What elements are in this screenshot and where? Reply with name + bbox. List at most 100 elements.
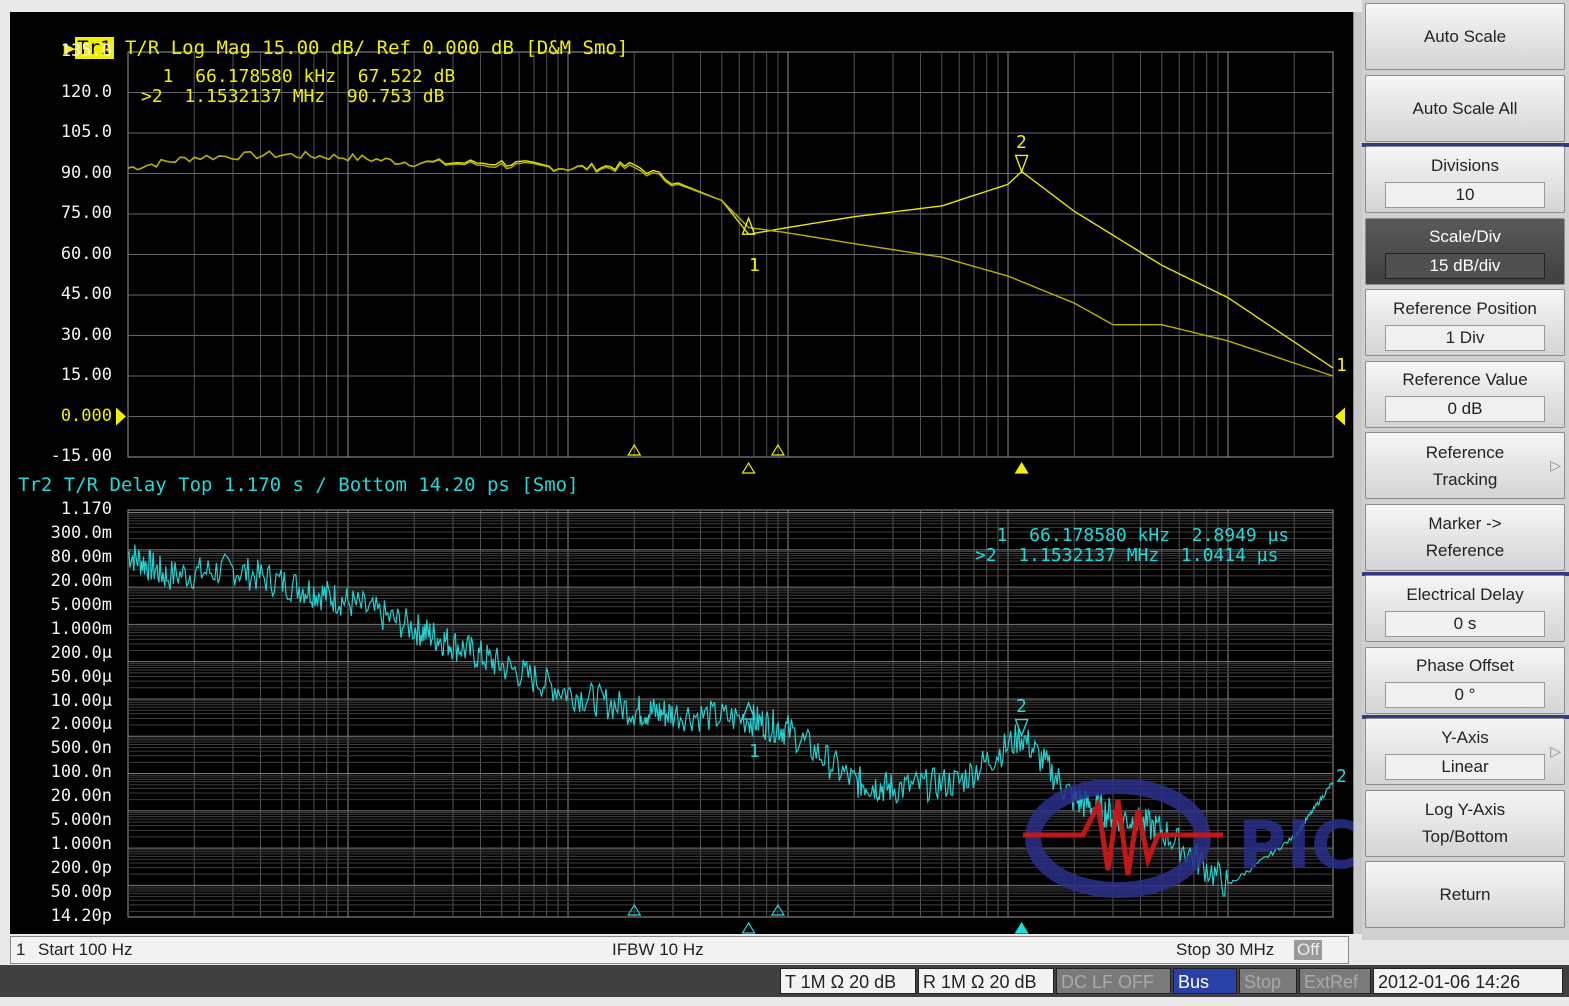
y-axis-tick-label: 80.00m	[50, 546, 112, 567]
status-indicator-bus[interactable]: Bus	[1173, 968, 1237, 994]
softkey-label: Log Y-Axis	[1424, 800, 1506, 819]
softkey-label: Return	[1439, 885, 1491, 904]
trace1-title-text: T/R Log Mag 15.00 dB/ Ref 0.000 dB [D&M …	[113, 37, 629, 59]
axis-marker-icon	[741, 461, 756, 474]
y-axis-tick-label: 20.00m	[50, 570, 112, 591]
softkey-menu: Auto Scale Auto Scale All Divisions 10 Scale…	[1362, 0, 1569, 940]
softkey-scale-div[interactable]: Scale/Div 15 dB/div	[1365, 217, 1565, 285]
softkey-value-field[interactable]: 10	[1385, 181, 1545, 208]
softkey-label: Reference Position	[1393, 298, 1537, 318]
softkey-label: Y-Axis	[1441, 727, 1489, 747]
softkey-auto-scale[interactable]: Auto Scale	[1365, 3, 1565, 70]
axis-marker-icon	[741, 921, 756, 934]
trace1-marker-2	[1014, 154, 1029, 174]
softkey-electrical-delay[interactable]: Electrical Delay 0 s	[1365, 575, 1565, 642]
logo-text: PICOTEST	[1238, 807, 1353, 884]
trace1-marker-1-label: 1	[749, 255, 760, 276]
softkey-label: Reference	[1425, 442, 1505, 462]
y-axis-tick-label: 60.00	[60, 243, 112, 264]
softkey-auto-scale-all[interactable]: Auto Scale All	[1365, 74, 1565, 142]
y-axis-tick-label: 50.00µ	[50, 666, 112, 687]
softkey-value-field[interactable]: 0 °	[1385, 682, 1545, 708]
y-axis-tick-label: 500.0n	[50, 738, 112, 759]
picotest-logo: PICOTEST	[1023, 780, 1353, 898]
off-indicator[interactable]: Off	[1294, 940, 1323, 960]
softkey-reference-value[interactable]: Reference Value 0 dB	[1365, 360, 1565, 428]
softkey-value-field[interactable]: Linear	[1385, 753, 1545, 780]
submenu-arrow-icon: ▷	[1550, 742, 1561, 759]
softkey-label: Electrical Delay	[1406, 584, 1524, 604]
softkey-label: Auto Scale	[1423, 27, 1507, 46]
softkey-return[interactable]: Return	[1365, 861, 1565, 928]
y-axis-tick-label: 45.00	[60, 284, 112, 304]
y-axis-tick-label: 120.0	[60, 81, 112, 102]
softkey-value-field[interactable]: 15 dB/div	[1385, 253, 1545, 279]
trace1-end-marker-label: 1	[1336, 355, 1347, 376]
status-indicator-2012-01-06-14-26[interactable]: 2012-01-06 14:26	[1373, 968, 1563, 994]
y-axis-tick-label: 1.170	[60, 499, 112, 519]
softkey-value-field[interactable]: 0 s	[1385, 610, 1545, 637]
y-axis-tick-label: 15.00	[60, 365, 112, 385]
y-axis-tick-label: 2.000µ	[50, 714, 112, 735]
y-axis-tick-label: 105.0	[60, 122, 112, 142]
y-axis-tick-label: 200.0p	[50, 858, 112, 879]
softkey-value-field[interactable]: 0 dB	[1385, 396, 1545, 422]
trace2-marker-2-label: 2	[1016, 696, 1027, 717]
y-axis-tick-label: 100.0n	[50, 762, 112, 783]
y-axis-tick-label: -15.00	[50, 446, 112, 466]
y-axis-tick-label: 200.0µ	[50, 642, 112, 663]
softkey-label: Phase Offset	[1416, 656, 1514, 675]
start-frequency[interactable]: Start 100 Hz	[38, 940, 133, 960]
softkey-label: Top/Bottom	[1422, 827, 1508, 846]
softkey-phase-offset[interactable]: Phase Offset 0 °	[1365, 646, 1565, 714]
y-axis-tick-label: 1.000n	[50, 834, 112, 855]
softkey-marker-reference[interactable]: Marker -> Reference	[1365, 503, 1565, 571]
trace1-series-2	[127, 150, 1334, 377]
status-indicator-dc-lf-off[interactable]: DC LF OFF	[1056, 968, 1171, 994]
instrument-status-bar: T 1M Ω 20 dB R 1M Ω 20 dB DC LF OFF Bus Stop…	[0, 965, 1569, 997]
channel-number[interactable]: 1	[16, 940, 25, 960]
y-axis-tick-label: 75.00	[60, 203, 112, 223]
softkey-value-field[interactable]: 1 Div	[1385, 324, 1545, 351]
y-axis-tick-label: 300.0m	[50, 522, 112, 543]
softkey-label: Reference Value	[1402, 370, 1528, 389]
active-marker-icon	[1014, 921, 1029, 934]
y-axis-tick-label: 30.00	[60, 324, 112, 345]
softkey-reference-tracking[interactable]: Reference Tracking ▷	[1365, 432, 1565, 499]
trace2-title[interactable]: Tr2 T/R Delay Top 1.170 s / Bottom 14.20…	[18, 474, 579, 496]
y-axis-tick-label: 0.000	[60, 405, 112, 426]
y-axis-tick-label: 135.0	[60, 41, 112, 61]
trace1-marker-readout-2: >2 1.1532137 MHz 90.753 dB	[141, 86, 445, 107]
ifbw-value[interactable]: IFBW 10 Hz	[612, 940, 704, 960]
softkey-label: Tracking	[1432, 469, 1498, 489]
trace2-marker-1-label: 1	[749, 741, 760, 762]
trace1-marker-1	[741, 216, 756, 235]
softkey-reference-position[interactable]: Reference Position 1 Div	[1365, 289, 1565, 356]
status-indicator-extref[interactable]: ExtRef	[1299, 968, 1371, 994]
status-indicator-r-1m-20-db[interactable]: R 1M Ω 20 dB	[918, 968, 1054, 994]
softkey-y-axis[interactable]: Y-Axis Linear ▷	[1365, 718, 1565, 785]
status-indicator-stop[interactable]: Stop	[1239, 968, 1297, 994]
y-axis-tick-label: 5.000m	[50, 594, 112, 615]
channel-status-bar: 1 Start 100 Hz IFBW 10 Hz Stop 30 MHz Of…	[10, 936, 1349, 964]
y-axis-tick-label: 1.000m	[50, 618, 112, 639]
softkey-divisions[interactable]: Divisions 10	[1365, 146, 1565, 213]
trace2-marker-readout-2: >2 1.1532137 MHz 1.0414 µs	[975, 545, 1279, 566]
y-axis-tick-label: 50.00p	[50, 882, 112, 903]
softkey-log-y-axis-top-bottom[interactable]: Log Y-Axis Top/Bottom	[1365, 789, 1565, 857]
reference-left-arrow-icon	[116, 407, 126, 426]
y-axis-tick-label: 5.000n	[50, 810, 112, 831]
analyzer-display[interactable]: ▶ Tr1 T/R Log Mag 15.00 dB/ Ref 0.000 dB …	[10, 12, 1353, 934]
trace2-marker-readout-1: 1 66.178580 kHz 2.8949 µs	[975, 525, 1290, 546]
softkey-label: Scale/Div	[1429, 227, 1501, 246]
trace1-marker-readout-1: 1 66.178580 kHz 67.522 dB	[141, 66, 456, 87]
submenu-arrow-icon: ▷	[1550, 456, 1561, 473]
status-indicator-t-1m-20-db[interactable]: T 1M Ω 20 dB	[780, 968, 916, 994]
y-axis-tick-label: 14.20p	[50, 906, 112, 926]
active-marker-icon	[1014, 461, 1029, 474]
y-axis-tick-label: 90.00	[60, 162, 112, 183]
stop-frequency[interactable]: Stop 30 MHz	[1176, 940, 1274, 960]
trace1-marker-2-label: 2	[1016, 132, 1027, 153]
softkey-label: Reference	[1425, 541, 1505, 560]
y-axis-tick-label: 20.00n	[50, 786, 112, 807]
